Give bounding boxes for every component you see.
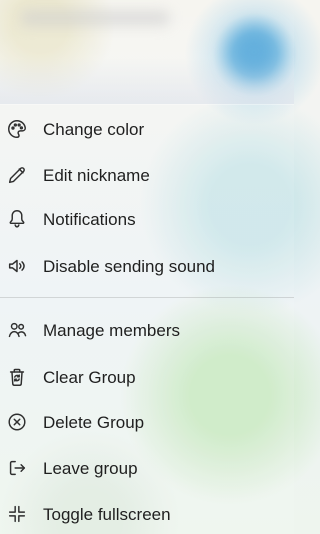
menu-item-label: Disable sending sound bbox=[43, 256, 216, 276]
menu-item-delete-group[interactable]: Delete Group bbox=[0, 402, 294, 442]
menu-item-edit-nickname[interactable]: Edit nickname bbox=[0, 155, 294, 195]
menu-item-leave-group[interactable]: Leave group bbox=[0, 448, 294, 488]
menu-item-label: Clear Group bbox=[43, 367, 136, 387]
exit-icon bbox=[6, 457, 28, 479]
menu-item-label: Leave group bbox=[43, 458, 138, 478]
context-menu: Change color Edit nickname Notifications bbox=[0, 104, 294, 534]
menu-item-label: Manage members bbox=[43, 320, 181, 340]
bell-icon bbox=[6, 208, 28, 230]
menu-divider bbox=[0, 297, 294, 298]
menu-item-label: Change color bbox=[43, 119, 145, 139]
palette-icon bbox=[6, 118, 28, 140]
people-icon bbox=[6, 319, 28, 341]
pencil-icon bbox=[6, 164, 28, 186]
speaker-sound-icon bbox=[6, 255, 28, 277]
menu-item-notifications[interactable]: Notifications bbox=[0, 199, 294, 239]
menu-item-toggle-fullscreen[interactable]: Toggle fullscreen bbox=[0, 494, 294, 534]
circle-x-icon bbox=[6, 411, 28, 433]
menu-item-label: Delete Group bbox=[43, 412, 145, 432]
blurred-title-text bbox=[20, 10, 170, 26]
menu-item-label: Notifications bbox=[43, 209, 136, 229]
menu-item-label: Edit nickname bbox=[43, 165, 150, 185]
blurred-header-background bbox=[0, 0, 294, 104]
collapse-arrows-icon bbox=[6, 503, 28, 525]
menu-item-change-color[interactable]: Change color bbox=[0, 109, 294, 149]
blurred-avatar bbox=[228, 26, 280, 78]
menu-item-manage-members[interactable]: Manage members bbox=[0, 310, 294, 350]
menu-item-clear-group[interactable]: Clear Group bbox=[0, 357, 294, 397]
menu-item-disable-sending-sound[interactable]: Disable sending sound bbox=[0, 246, 294, 286]
trash-refresh-icon bbox=[6, 366, 28, 388]
menu-item-label: Toggle fullscreen bbox=[43, 504, 171, 524]
